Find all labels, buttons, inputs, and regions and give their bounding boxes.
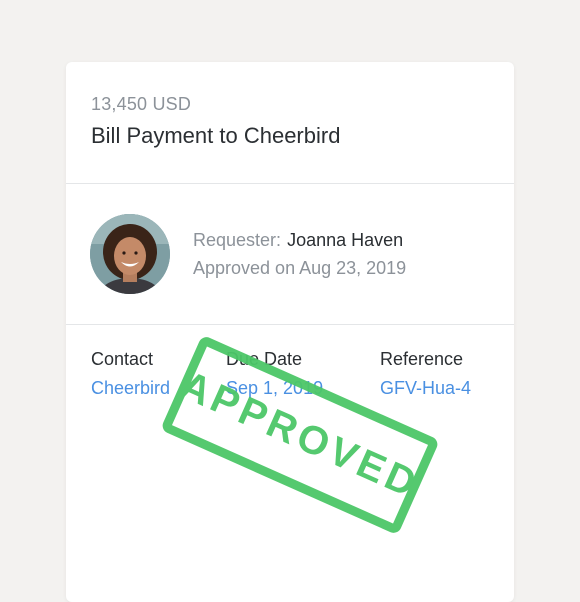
payment-card: 13,450 USD Bill Payment to Cheerbird Req… [66, 62, 514, 602]
avatar-photo [90, 214, 170, 294]
payment-title: Bill Payment to Cheerbird [91, 123, 341, 148]
requester-label: Requester: [193, 230, 282, 250]
approval-date: Approved on Aug 23, 2019 [193, 258, 407, 278]
payment-header: 13,450 USD Bill Payment to Cheerbird [66, 62, 514, 184]
requester-section: Requester: Joanna Haven Approved on Aug 2… [66, 184, 514, 325]
payment-amount: 13,450 USD [91, 94, 192, 114]
reference-link[interactable]: GFV-Hua-4 [380, 378, 471, 399]
contact-link[interactable]: Cheerbird [91, 378, 170, 399]
reference-label: Reference [380, 349, 464, 369]
requester-name: Joanna Haven [287, 230, 404, 250]
requester-line: Requester: Joanna Haven [193, 230, 403, 251]
avatar [90, 214, 170, 294]
contact-column: Contact Cheerbird [91, 349, 170, 399]
reference-column: Reference GFV-Hua-4 [380, 349, 471, 399]
contact-label: Contact [91, 349, 154, 369]
